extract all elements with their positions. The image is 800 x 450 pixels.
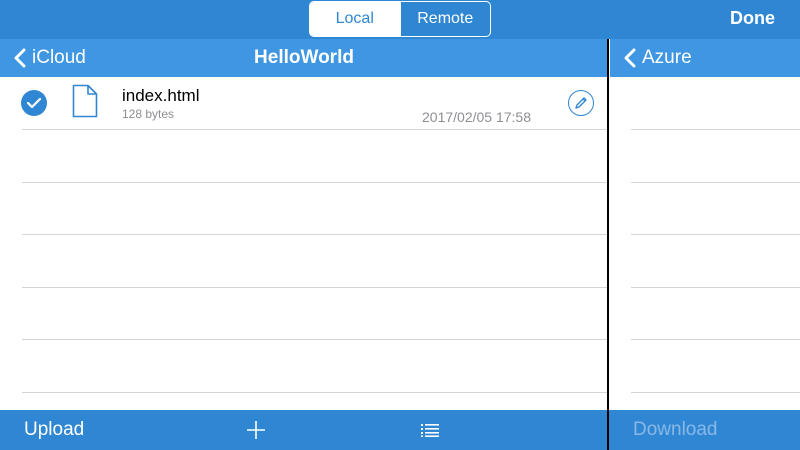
file-modified-date: 2017/02/05 17:58 <box>422 109 531 125</box>
file-name: index.html <box>122 86 200 105</box>
right-nav-bar: Azure <box>610 39 800 77</box>
row-separator <box>22 287 607 288</box>
row-separator <box>631 287 800 288</box>
row-separator <box>631 182 800 183</box>
back-button-azure[interactable]: Azure <box>624 39 692 77</box>
pencil-icon[interactable] <box>568 90 594 116</box>
local-file-list <box>0 77 607 410</box>
segment-local[interactable]: Local <box>310 2 400 36</box>
download-button[interactable]: Download <box>633 419 718 441</box>
row-separator <box>631 234 800 235</box>
row-separator <box>22 234 607 235</box>
chevron-left-icon <box>624 48 636 68</box>
row-separator <box>22 129 607 130</box>
plus-icon[interactable] <box>245 419 267 441</box>
local-remote-segmented-control: Local Remote <box>309 1 491 37</box>
back-label: Azure <box>642 47 692 68</box>
top-bar: Local Remote Done <box>0 0 800 39</box>
row-separator <box>631 339 800 340</box>
checkmark-icon[interactable] <box>21 90 47 116</box>
list-icon[interactable] <box>421 423 441 437</box>
row-separator <box>22 339 607 340</box>
row-separator <box>22 182 607 183</box>
row-separator <box>631 392 800 393</box>
remote-file-list <box>609 77 800 410</box>
row-separator <box>631 129 800 130</box>
right-toolbar: Download <box>609 410 800 450</box>
document-icon <box>72 84 98 118</box>
left-nav-bar: iCloud HelloWorld <box>0 39 608 77</box>
folder-title: HelloWorld <box>254 47 354 68</box>
pane-divider[interactable] <box>607 39 609 450</box>
left-toolbar: Upload <box>0 410 607 450</box>
file-size: 128 bytes <box>122 107 175 121</box>
done-button[interactable]: Done <box>730 8 775 29</box>
row-separator <box>22 392 607 393</box>
segment-remote[interactable]: Remote <box>399 2 491 36</box>
upload-button[interactable]: Upload <box>24 419 84 441</box>
